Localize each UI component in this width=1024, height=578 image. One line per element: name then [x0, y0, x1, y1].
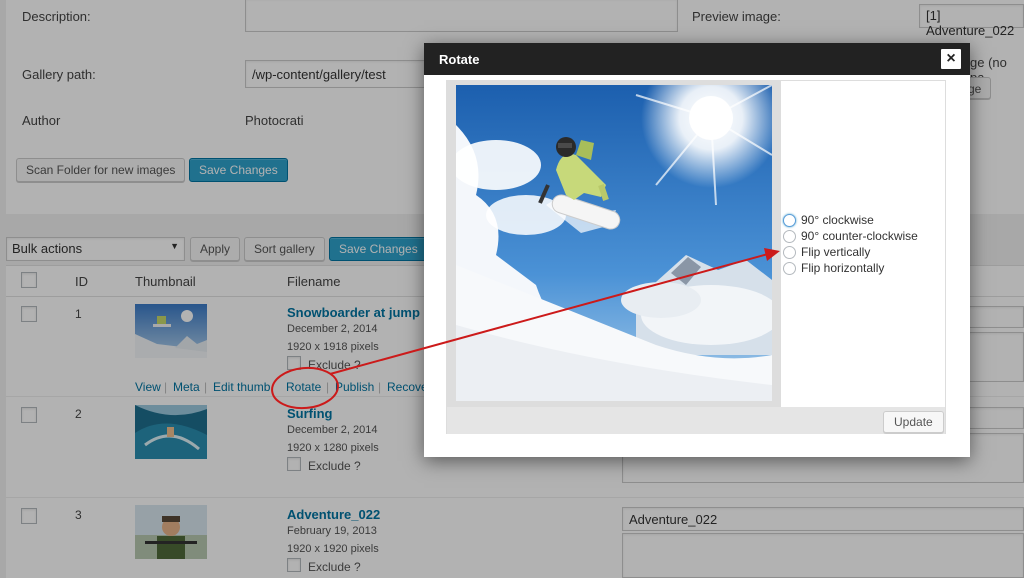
option-flip-horizontal[interactable]: Flip horizontally: [783, 260, 884, 276]
radio-flip-vertical[interactable]: [783, 245, 796, 259]
dialog-body: 90° clockwise 90° counter-clockwise Flip…: [446, 80, 946, 434]
dialog-footer: [447, 407, 945, 434]
dialog-header: Rotate ×: [424, 43, 970, 75]
option-label: 90° counter-clockwise: [801, 229, 918, 243]
close-icon[interactable]: ×: [941, 49, 961, 69]
radio-rotate-cw[interactable]: [783, 213, 796, 227]
option-rotate-cw[interactable]: 90° clockwise: [783, 212, 874, 228]
image-right-border: [772, 81, 781, 407]
option-flip-vertical[interactable]: Flip vertically: [783, 244, 870, 260]
update-label: Update: [894, 415, 933, 429]
rotate-dialog: Rotate × 90° clockwise 90° counter-clock…: [424, 43, 970, 457]
radio-flip-horizontal[interactable]: [783, 261, 796, 275]
preview-image: [456, 85, 772, 401]
dialog-title: Rotate: [439, 52, 480, 67]
radio-rotate-ccw[interactable]: [783, 229, 796, 243]
option-label: Flip horizontally: [801, 261, 885, 275]
option-label: Flip vertically: [801, 245, 871, 259]
option-rotate-ccw[interactable]: 90° counter-clockwise: [783, 228, 918, 244]
preview-image-frame: [447, 81, 781, 407]
update-button[interactable]: Update: [883, 411, 944, 433]
option-label: 90° clockwise: [801, 213, 874, 227]
